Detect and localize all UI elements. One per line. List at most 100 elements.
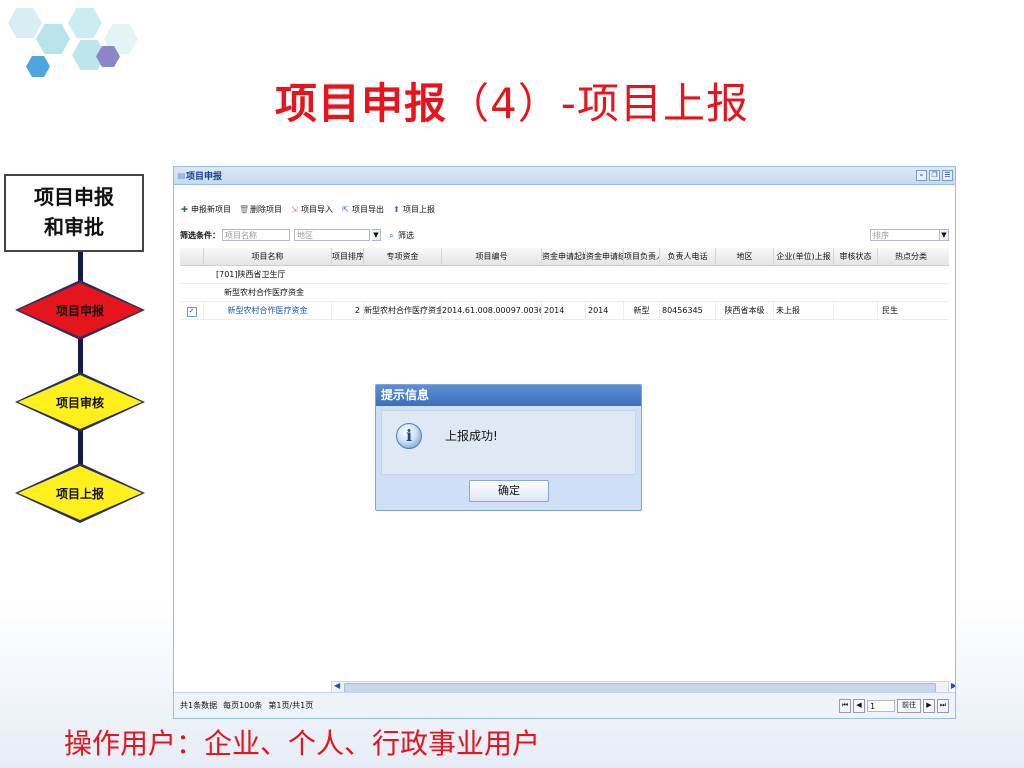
delete-project-button[interactable]: 🗑 删除项目: [239, 204, 282, 215]
flow-step-submit: 项目上报: [18, 466, 142, 520]
sort-wrap: 排序 ▼: [870, 229, 955, 241]
hex-decoration: [68, 8, 102, 38]
flow-box-line: 和审批: [44, 215, 104, 239]
per-page: 每页100条: [223, 701, 263, 710]
chevron-down-icon[interactable]: ▼: [372, 229, 381, 241]
toolbar: ✚ 申报新项目 🗑 删除项目 ⇲ 项目导入 ⇱ 项目导出 ⬆ 项目上报: [174, 199, 955, 219]
minimize-icon[interactable]: –: [916, 170, 927, 181]
restore-icon[interactable]: ❐: [929, 170, 940, 181]
info-icon: i: [396, 423, 422, 449]
document-icon: ▤: [177, 171, 186, 180]
ok-button[interactable]: 确定: [469, 480, 549, 502]
column-header[interactable]: 地区: [716, 248, 774, 265]
last-page-icon[interactable]: ⏭: [937, 698, 949, 713]
search-icon: ⌕: [389, 230, 394, 240]
column-header[interactable]: 项目编号: [442, 248, 542, 265]
window-tools: – ❐ ☰: [916, 170, 955, 181]
group-label: [701]陕西省卫生厅: [216, 270, 286, 279]
slide-title-main: 项目申报: [275, 79, 448, 128]
flow-step-label: 项目申报: [55, 303, 104, 318]
page-number-input[interactable]: 1: [867, 699, 895, 712]
cell-fund: 新型农村合作医疗资金: [364, 302, 442, 319]
column-header[interactable]: 企业(单位)上报: [774, 248, 834, 265]
status-bar: 共1条数据 每页100条 第1页/共1页 ⏮ ◀ 1 前往 ▶ ⏭: [174, 692, 955, 718]
hex-decoration: [36, 24, 70, 54]
import-project-button[interactable]: ⇲ 项目导入: [290, 204, 333, 215]
maximize-icon[interactable]: ☰: [942, 170, 953, 181]
prev-page-icon[interactable]: ◀: [853, 698, 865, 713]
dialog-body: i 上报成功!: [381, 410, 636, 475]
cell-order: 2: [332, 302, 364, 319]
operator-note: 操作用户：企业、个人、行政事业用户: [64, 727, 541, 760]
cell-code: 2014.61.008.00097.00360: [442, 302, 542, 319]
project-grid: 项目名称 项目排序 专项资金 项目编号 资金申请起始 资金申请结 项目负责人 负…: [180, 248, 949, 320]
project-name-input[interactable]: 项目名称: [222, 229, 290, 241]
column-header: [180, 248, 204, 265]
group-indent: [180, 284, 224, 301]
column-header[interactable]: 专项资金: [364, 248, 442, 265]
group-indent: [180, 266, 216, 283]
flow-box-line: 项目申报: [34, 185, 114, 209]
sort-select[interactable]: 排序: [870, 229, 940, 241]
flow-step-label: 项目上报: [55, 486, 104, 501]
cell-report-status: 未上报: [774, 302, 834, 319]
filter-button-label: 筛选: [398, 230, 414, 240]
window-title: 项目申报: [186, 172, 223, 182]
flow-step-apply: 项目申报: [18, 283, 142, 337]
total-count: 共1条数据: [180, 701, 218, 710]
column-header[interactable]: 项目名称: [204, 248, 332, 265]
column-header[interactable]: 热点分类: [878, 248, 944, 265]
goto-button[interactable]: 前往: [897, 698, 921, 713]
column-header[interactable]: 项目排序: [332, 248, 364, 265]
group-row[interactable]: [701]陕西省卫生厅: [180, 266, 949, 284]
group-label: 新型农村合作医疗资金: [224, 288, 304, 297]
cell-project-name[interactable]: 新型农村合作医疗资金: [204, 302, 332, 319]
dialog-title: 提示信息: [376, 385, 641, 406]
export-icon: ⇱: [342, 204, 349, 214]
toolbar-label: 项目导出: [352, 204, 384, 214]
next-page-icon[interactable]: ▶: [923, 698, 935, 713]
row-select[interactable]: ▾ ✓: [180, 302, 204, 319]
scroll-right-icon[interactable]: ▶: [951, 681, 955, 690]
toolbar-label: 删除项目: [250, 204, 282, 214]
submit-project-button[interactable]: ⬆ 项目上报: [392, 204, 435, 215]
cell-hot-category: 民生: [882, 306, 898, 315]
column-header[interactable]: 项目负责人: [624, 248, 660, 265]
import-icon: ⇲: [291, 204, 298, 214]
flow-box: 项目申报 和审批: [4, 174, 144, 252]
column-header[interactable]: 资金申请起始: [542, 248, 586, 265]
group-row[interactable]: 新型农村合作医疗资金: [180, 284, 949, 302]
column-header[interactable]: 负责人电话: [660, 248, 716, 265]
cell-phone: 80456345: [660, 302, 716, 319]
grid-header: 项目名称 项目排序 专项资金 项目编号 资金申请起始 资金申请结 项目负责人 负…: [180, 248, 949, 266]
chevron-down-icon[interactable]: ▼: [940, 229, 949, 241]
column-header[interactable]: 资金申请结: [586, 248, 624, 265]
flow-step-label: 项目审核: [55, 395, 104, 410]
checkbox-icon[interactable]: ✓: [186, 307, 197, 317]
scroll-left-icon[interactable]: ◀: [334, 681, 340, 690]
add-icon: ✚: [181, 204, 188, 214]
flow-step-review: 项目审核: [18, 375, 142, 429]
column-header[interactable]: 审核状态: [834, 248, 878, 265]
window-header: ▤ 项目申报 – ❐ ☰: [174, 167, 955, 185]
toolbar-label: 项目上报: [403, 204, 435, 214]
page-info: 第1页/共1页: [268, 701, 314, 710]
cell-audit-status: [834, 302, 878, 319]
trash-icon: 🗑: [239, 204, 250, 214]
slide-title-sub: （4）-项目上报: [447, 79, 749, 128]
toolbar-label: 申报新项目: [191, 204, 231, 214]
hex-decoration: [8, 8, 42, 38]
upload-icon: ⬆: [393, 204, 400, 214]
table-row[interactable]: ▾ ✓ 新型农村合作医疗资金 2 新型农村合作医疗资金 2014.61.008.…: [180, 302, 949, 320]
cell-region: 陕西省本级: [716, 302, 774, 319]
export-project-button[interactable]: ⇱ 项目导出: [341, 204, 384, 215]
cell-leader: 新型: [624, 302, 660, 319]
filter-button[interactable]: ⌕ 筛选: [387, 230, 414, 241]
new-project-button[interactable]: ✚ 申报新项目: [180, 204, 231, 215]
info-dialog: 提示信息 i 上报成功! 确定: [375, 384, 642, 511]
first-page-icon[interactable]: ⏮: [839, 698, 851, 713]
toolbar-label: 项目导入: [301, 204, 333, 214]
region-select[interactable]: 地区: [294, 229, 370, 241]
filter-label: 筛选条件：: [180, 230, 220, 240]
dialog-message: 上报成功!: [445, 429, 498, 443]
